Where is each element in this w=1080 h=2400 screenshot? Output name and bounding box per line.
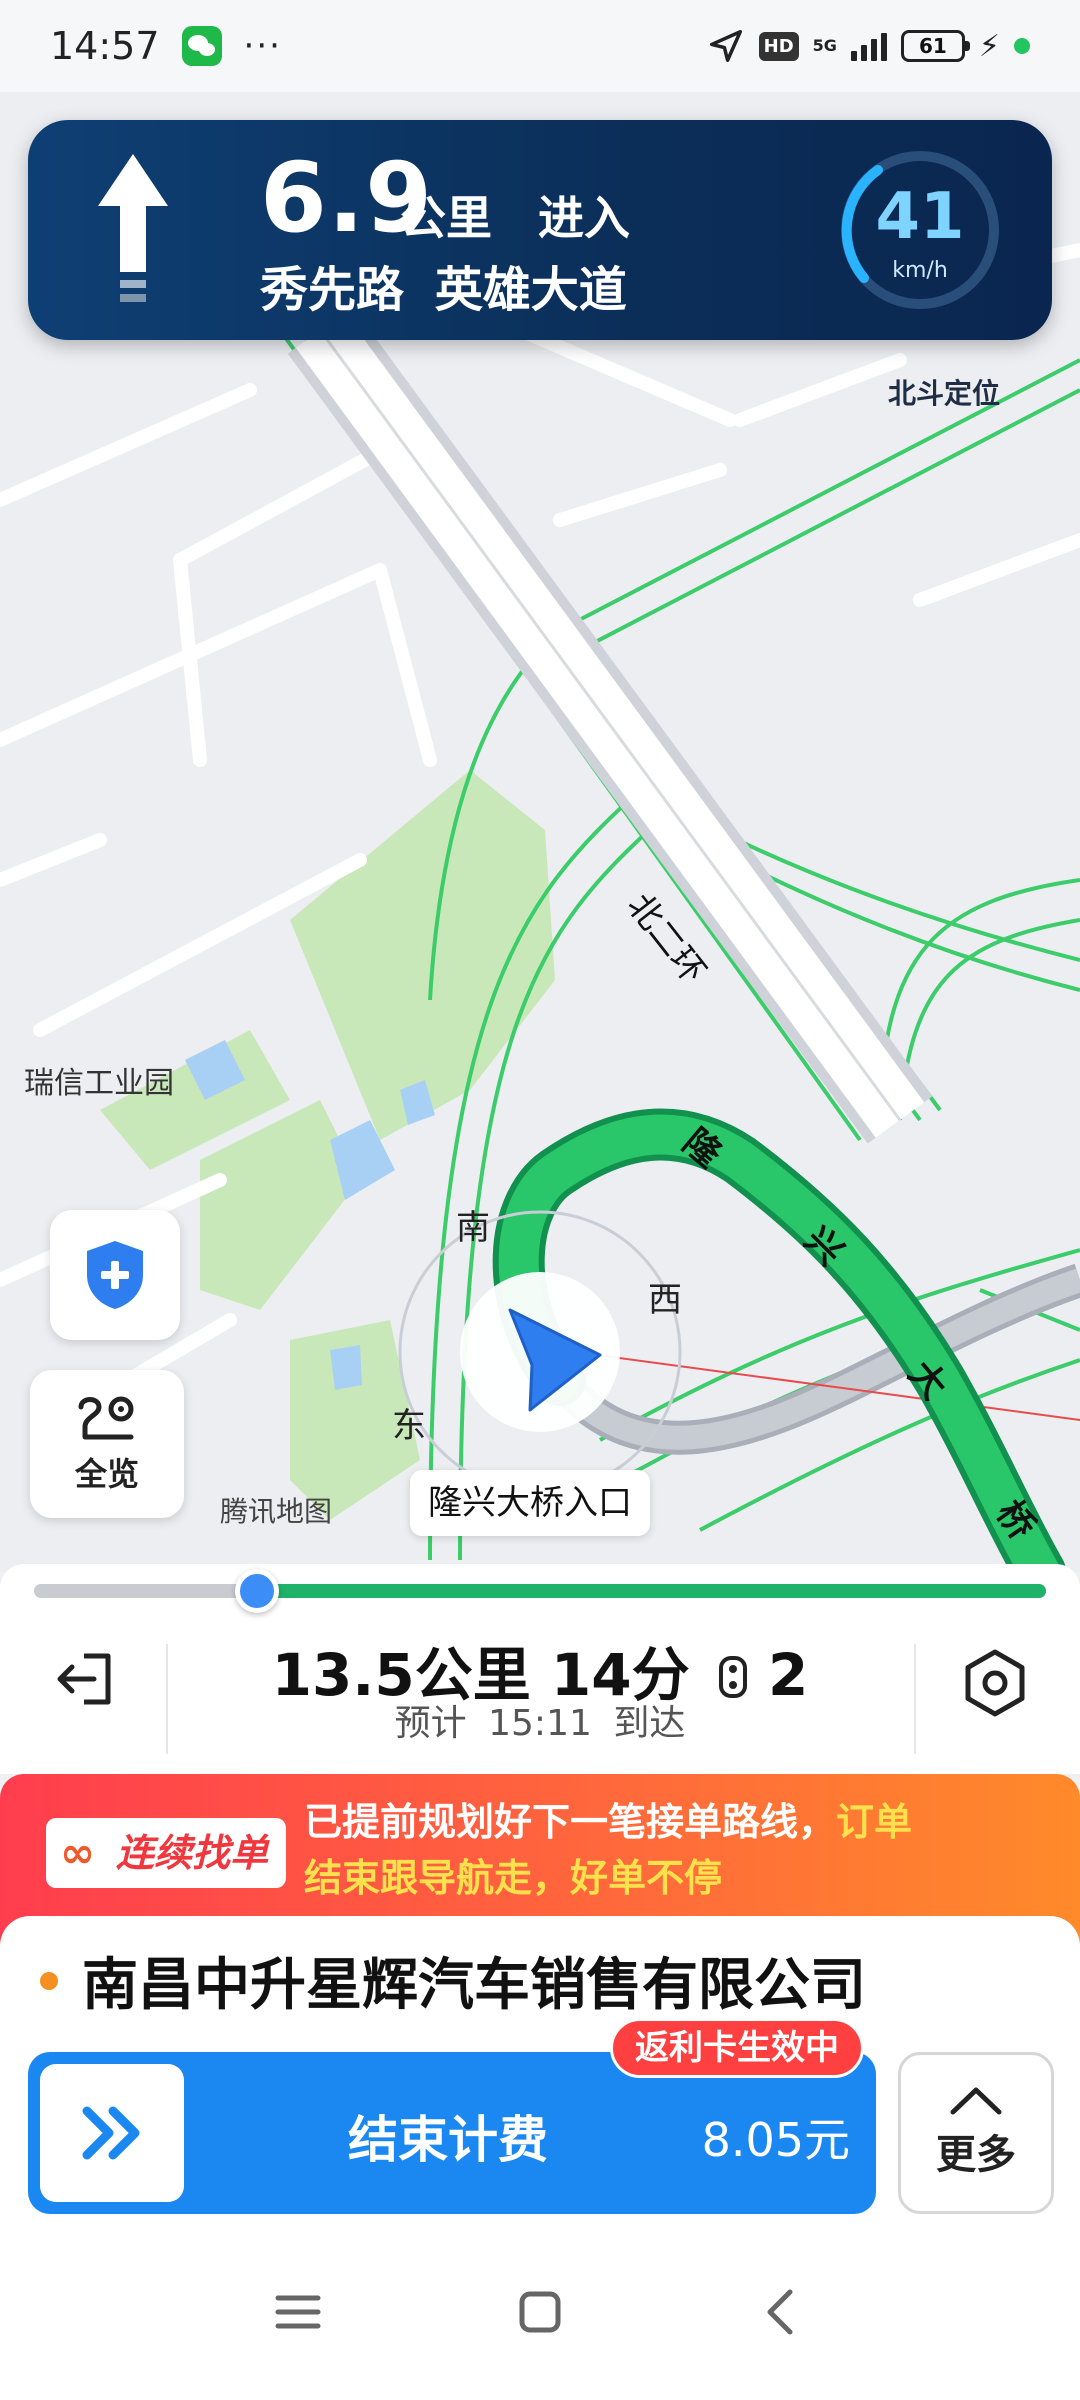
charging-icon: ⚡ <box>978 28 1000 64</box>
more-label: 更多 <box>936 2132 1016 2178</box>
double-chevron-right-icon <box>82 2106 140 2160</box>
signal-icon <box>850 31 887 61</box>
destination-title: 南昌中升星辉汽车销售有限公司 <box>40 1940 866 2021</box>
settings-gear-icon[interactable] <box>960 1648 1030 1718</box>
back-icon[interactable] <box>752 2282 812 2342</box>
eta-suffix: 到达 <box>613 1703 686 1744</box>
current-speed: 41 <box>875 180 965 254</box>
next-turn-unit: 公里 <box>400 191 492 245</box>
route-overview-button[interactable]: 全览 <box>30 1370 184 1518</box>
battery-icon: 61 <box>900 30 970 62</box>
next-turn-action: 进入 <box>538 191 630 245</box>
compass-south-label: 南 <box>456 1208 490 1248</box>
bridge-entrance-label: 隆兴大桥入口 <box>410 1470 650 1536</box>
eta-time: 15:11 <box>488 1703 592 1744</box>
order-panel: 南昌中升星辉汽车销售有限公司 结束计费 8.05元 返利卡生效中 更多 <box>0 1916 1080 2226</box>
beidou-positioning-label: 北斗定位 <box>888 377 1001 410</box>
straight-arrow-icon <box>98 154 168 302</box>
system-navigation-bar <box>0 2226 1080 2400</box>
shield-plus-icon <box>87 1241 143 1309</box>
chevron-up-icon <box>950 2087 1002 2115</box>
route-progress-bar <box>34 1569 1046 1613</box>
rebate-card-badge: 返利卡生效中 <box>610 2018 864 2078</box>
slide-handle[interactable] <box>40 2064 184 2202</box>
promo-text-main: 已提前规划好下一笔接单路线， <box>304 1800 837 1844</box>
turn-instruction-banner[interactable]: 6.9 公里 进入 秀先路 英雄大道 41 km/h <box>28 120 1052 340</box>
route-progress-knob <box>234 1569 279 1613</box>
promo-text-highlight: 订单 <box>836 1800 913 1844</box>
tencent-map-watermark: 腾讯地图 <box>220 1495 333 1528</box>
safety-shield-button[interactable] <box>50 1210 180 1340</box>
destination-dot-icon <box>40 1971 58 1990</box>
promo-text-line2: 结束跟导航走，好单不停 <box>304 1856 723 1900</box>
next-road-names: 秀先路 英雄大道 <box>260 262 627 318</box>
compass-west-label: 西 <box>648 1280 682 1320</box>
network-5g-label: 5G <box>812 36 837 55</box>
traffic-light-icon <box>718 1656 747 1698</box>
more-button[interactable]: 更多 <box>898 2052 1054 2214</box>
privacy-dot-icon <box>1014 38 1030 54</box>
place-label-ruixin: 瑞信工业园 <box>24 1066 174 1101</box>
end-billing-label: 结束计费 <box>348 2111 548 2169</box>
eta-prefix: 预计 <box>394 1703 467 1744</box>
destination-name: 南昌中升星辉汽车销售有限公司 <box>82 1953 866 2018</box>
divider-right <box>914 1644 916 1754</box>
route-remaining-fill <box>256 1584 1046 1598</box>
menu-icon[interactable] <box>268 2282 328 2342</box>
route-overview-icon <box>78 1396 134 1440</box>
home-icon[interactable] <box>510 2282 570 2342</box>
battery-level: 61 <box>919 34 947 58</box>
speedometer: 41 km/h <box>838 148 1002 312</box>
status-time: 14:57 <box>50 24 160 68</box>
speed-unit: km/h <box>892 258 948 283</box>
eta: 预计 15:11 到达 <box>0 1694 1080 1746</box>
overview-label: 全览 <box>74 1455 139 1493</box>
promo-text: 已提前规划好下一笔接单路线，订单 结束跟导航走，好单不停 <box>304 1794 1044 1906</box>
status-icons: HD 5G 61 ⚡ <box>707 27 1030 65</box>
location-arrow-icon <box>709 30 742 62</box>
continuous-order-badge: 连续找单 <box>46 1818 287 1888</box>
wechat-icon <box>181 26 222 66</box>
status-bar: 14:57 ··· HD 5G 61 ⚡ <box>0 0 1080 92</box>
compass-east-label: 东 <box>392 1406 426 1446</box>
more-notifications-icon: ··· <box>243 26 282 66</box>
route-summary-panel: 13.5公里 14分 2 预计 15:11 到达 <box>0 1564 1080 1774</box>
current-fee: 8.05元 <box>701 2113 850 2167</box>
hd-icon: HD <box>758 31 799 61</box>
